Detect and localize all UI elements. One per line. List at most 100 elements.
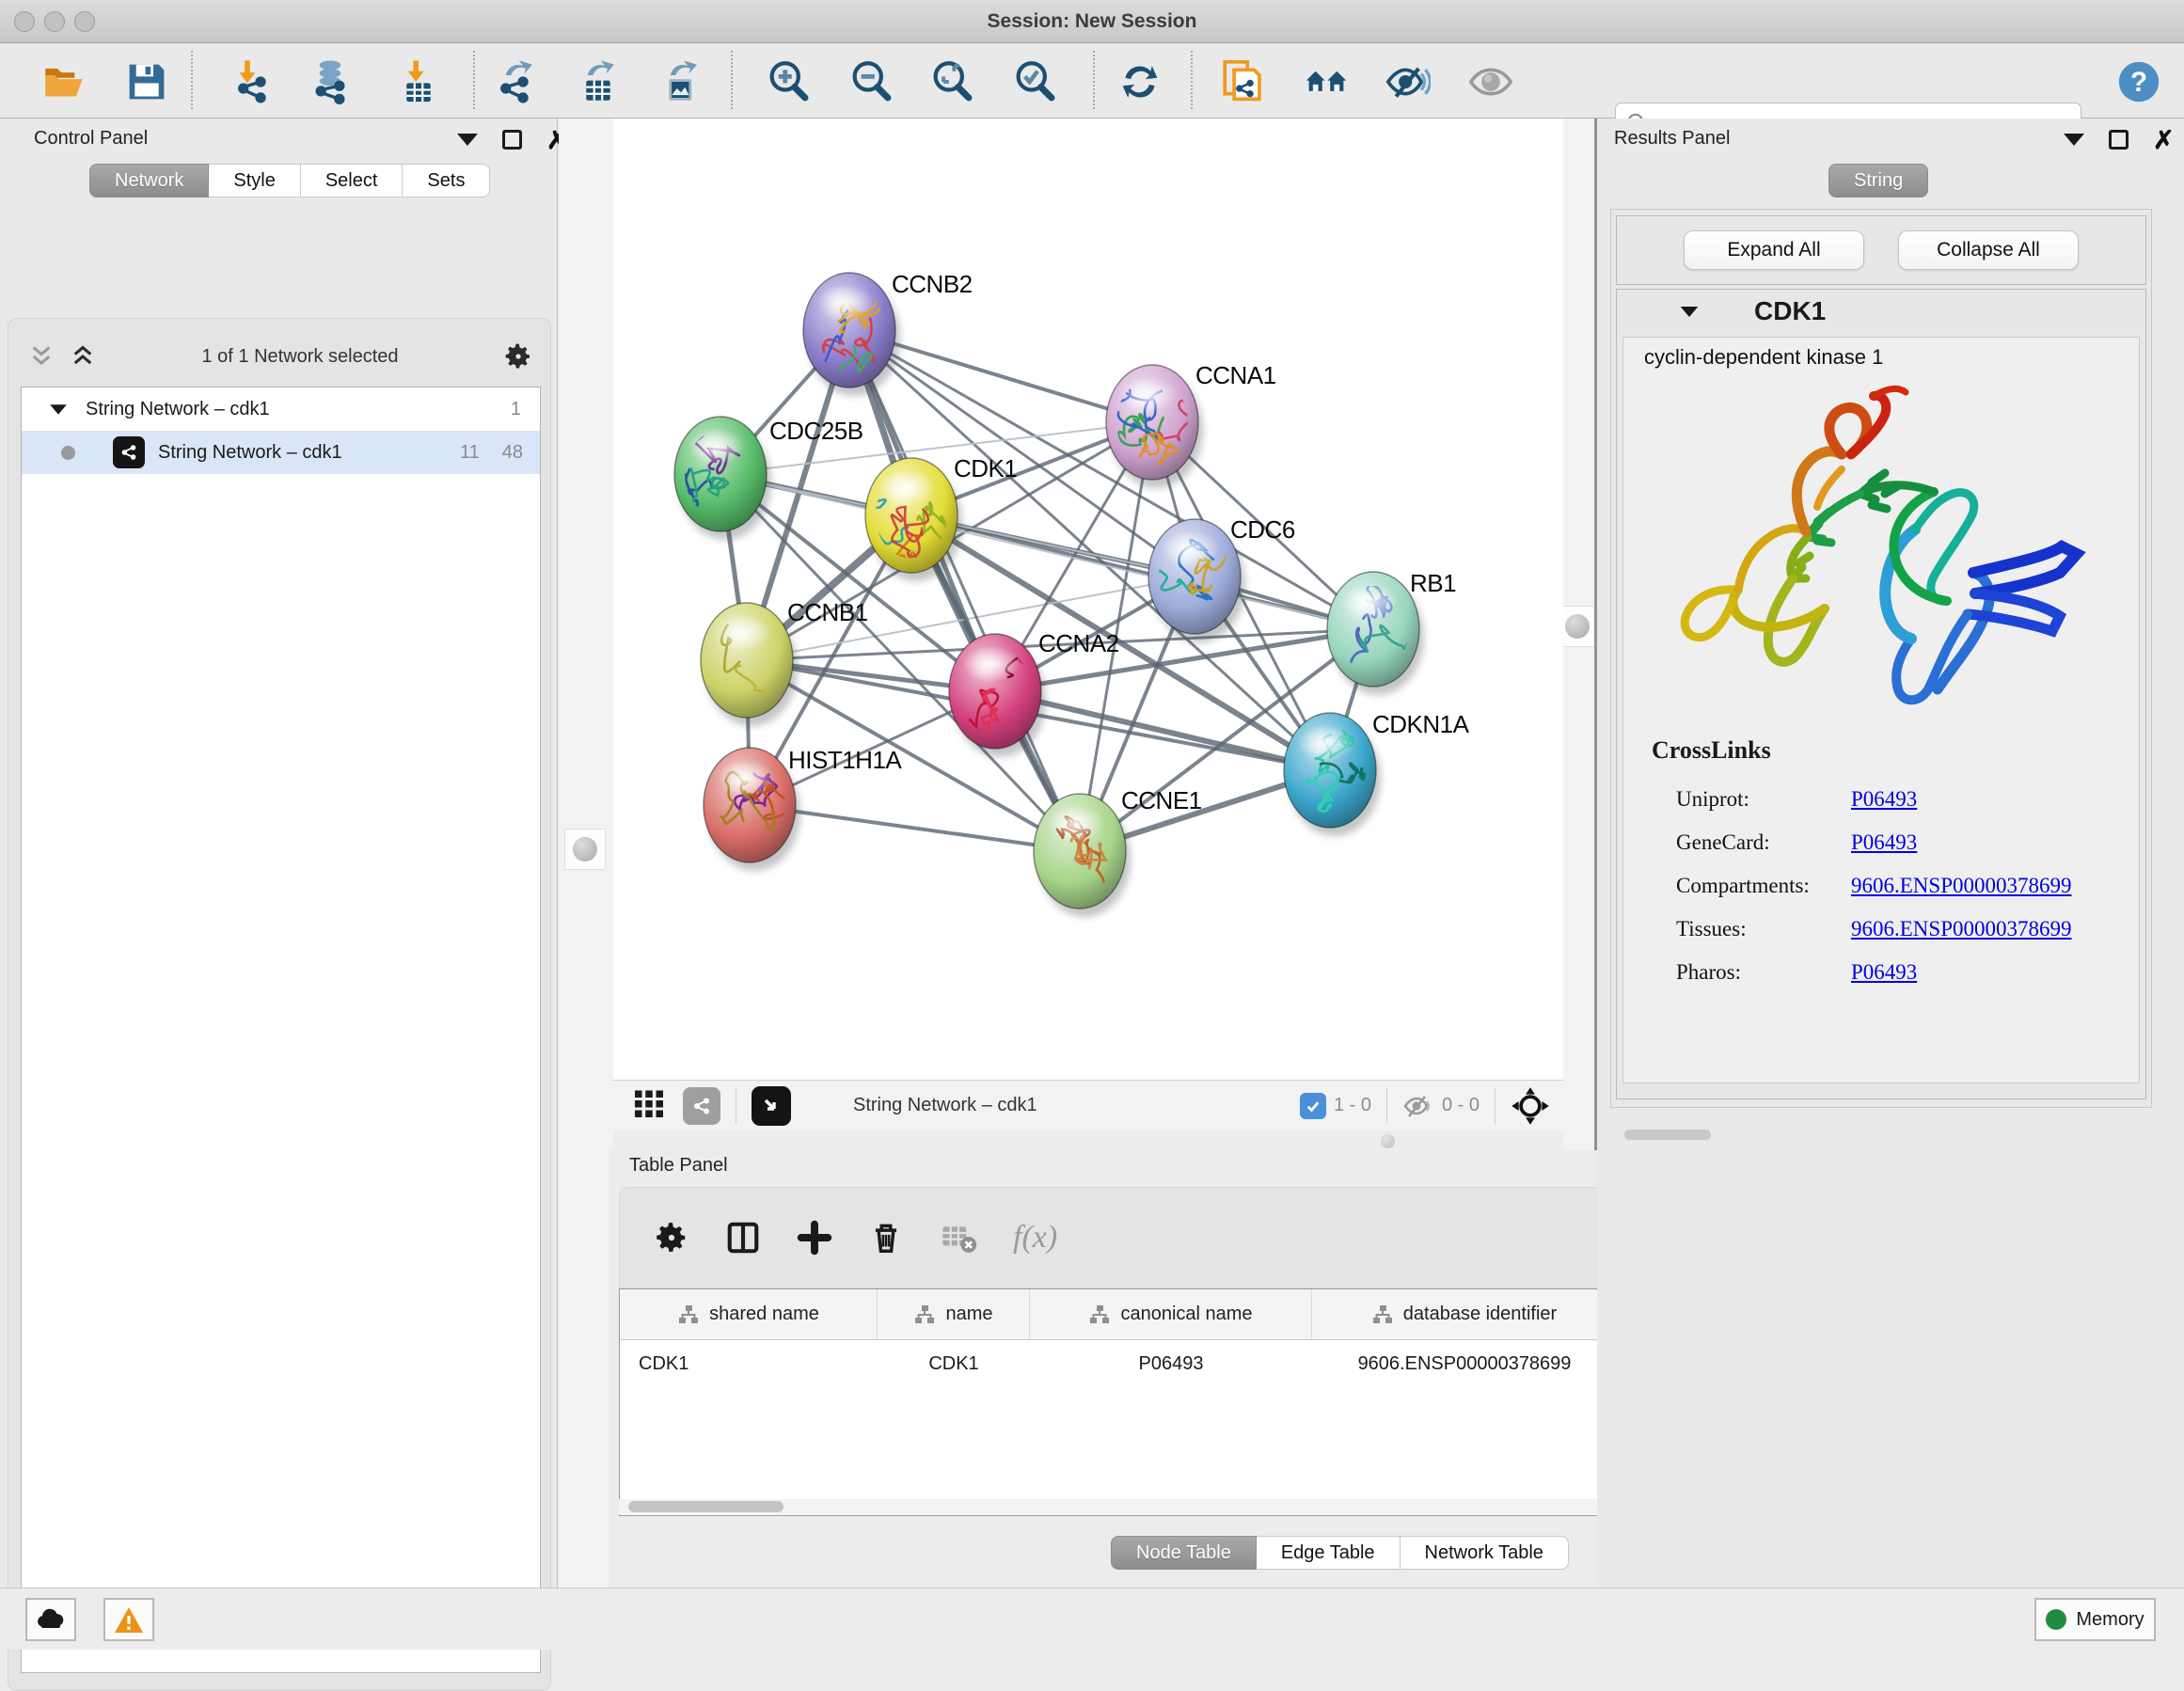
column-header-name[interactable]: name bbox=[878, 1289, 1030, 1339]
tab-node-table[interactable]: Node Table bbox=[1111, 1536, 1257, 1570]
protein-card-header[interactable]: CDK1 bbox=[1617, 290, 2145, 333]
import-network-database-icon[interactable] bbox=[308, 59, 353, 104]
network-collection-label: String Network – cdk1 bbox=[86, 399, 270, 420]
crosslink-link[interactable]: P06493 bbox=[1851, 787, 1917, 812]
show-columns-icon[interactable] bbox=[725, 1220, 761, 1256]
memory-button[interactable]: Memory bbox=[2034, 1598, 2156, 1641]
delete-table-icon bbox=[940, 1219, 977, 1256]
help-icon[interactable]: ? bbox=[2116, 59, 2161, 104]
column-header-canonical-name[interactable]: canonical name bbox=[1030, 1289, 1312, 1339]
tab-select[interactable]: Select bbox=[301, 164, 404, 198]
cell-shared-name[interactable]: CDK1 bbox=[620, 1353, 878, 1375]
right-splitter-handle[interactable] bbox=[1558, 606, 1597, 647]
left-splitter[interactable] bbox=[559, 119, 613, 1588]
open-session-icon[interactable] bbox=[41, 59, 87, 104]
bottom-splitter-handle[interactable] bbox=[1381, 1134, 1395, 1148]
protein-name: CDK1 bbox=[1754, 296, 1826, 326]
crosslink-link[interactable]: 9606.ENSP00000378699 bbox=[1851, 917, 2072, 941]
show-view-icon[interactable] bbox=[1468, 59, 1513, 104]
left-splitter-handle[interactable] bbox=[564, 829, 606, 870]
tree-expander-icon[interactable] bbox=[50, 404, 67, 414]
network-node-CCNB2[interactable] bbox=[803, 273, 900, 400]
zoom-fit-icon[interactable] bbox=[930, 59, 975, 104]
hidden-items-eye-icon[interactable] bbox=[1402, 1092, 1434, 1120]
collapse-all-icon[interactable] bbox=[27, 344, 55, 369]
tab-network-table[interactable]: Network Table bbox=[1401, 1536, 1569, 1570]
birdseye-grid-icon[interactable] bbox=[632, 1086, 666, 1125]
network-node-CCNE1[interactable] bbox=[1034, 794, 1131, 945]
expand-all-icon[interactable] bbox=[69, 344, 97, 369]
fit-content-crosshair-icon[interactable] bbox=[1511, 1086, 1550, 1126]
network-node-label-CCNE1: CCNE1 bbox=[1121, 786, 1202, 814]
table-tabs: Node TableEdge TableNetwork Table bbox=[1111, 1536, 1569, 1570]
svg-text:?: ? bbox=[2130, 67, 2147, 98]
warnings-button[interactable] bbox=[103, 1598, 154, 1641]
delete-column-icon[interactable] bbox=[868, 1220, 904, 1256]
crosslink-label: Pharos: bbox=[1676, 960, 1851, 985]
card-expander-icon[interactable] bbox=[1681, 306, 1699, 316]
results-scrollbar-thumb[interactable] bbox=[1624, 1130, 1711, 1140]
crosslink-link[interactable]: 9606.ENSP00000378699 bbox=[1851, 874, 2072, 898]
crosslink-label: Tissues: bbox=[1676, 917, 1851, 941]
collapse-all-button[interactable]: Collapse All bbox=[1898, 230, 2079, 270]
results-panel-collapse-icon[interactable] bbox=[2064, 134, 2084, 146]
export-network-icon[interactable] bbox=[494, 59, 539, 104]
export-image-icon[interactable] bbox=[658, 59, 704, 104]
home-icon[interactable] bbox=[1304, 59, 1349, 104]
tab-style[interactable]: Style bbox=[209, 164, 300, 198]
tab-network[interactable]: Network bbox=[89, 164, 209, 198]
column-header-database-identifier[interactable]: database identifier bbox=[1312, 1289, 1617, 1339]
crosslinks-heading: CrossLinks bbox=[1652, 736, 1771, 765]
network-node-label-CDC25B: CDC25B bbox=[769, 417, 863, 445]
results-panel-close-icon[interactable]: ✗ bbox=[2153, 131, 2175, 150]
network-options-gear-icon[interactable] bbox=[503, 341, 533, 371]
network-node-label-CDKN1A: CDKN1A bbox=[1372, 710, 1470, 738]
expand-all-button[interactable]: Expand All bbox=[1684, 230, 1864, 270]
network-node-CDKN1A[interactable] bbox=[1284, 713, 1381, 836]
import-table-icon[interactable] bbox=[396, 59, 441, 104]
save-session-icon[interactable] bbox=[124, 59, 169, 104]
network-collection-row[interactable]: String Network – cdk1 1 bbox=[22, 387, 540, 431]
hide-graphics-details-icon[interactable] bbox=[1385, 59, 1431, 104]
import-network-file-icon[interactable] bbox=[231, 59, 277, 104]
window-close-button[interactable] bbox=[14, 11, 35, 32]
share-document-icon[interactable] bbox=[1221, 59, 1266, 104]
selected-items-checkbox[interactable] bbox=[1300, 1093, 1326, 1119]
protein-structure-image bbox=[1655, 379, 2097, 727]
window-zoom-button[interactable] bbox=[74, 11, 95, 32]
cell-database-identifier[interactable]: 9606.ENSP00000378699 bbox=[1312, 1353, 1617, 1375]
table-options-gear-icon[interactable] bbox=[654, 1220, 689, 1256]
export-table-icon[interactable] bbox=[576, 59, 621, 104]
control-panel-collapse-icon[interactable] bbox=[457, 134, 478, 146]
cell-canonical-name[interactable]: P06493 bbox=[1030, 1353, 1312, 1375]
zoom-in-icon[interactable] bbox=[767, 59, 812, 104]
network-node-label-CDC6: CDC6 bbox=[1230, 515, 1295, 544]
network-tree: String Network – cdk1 1 String Network –… bbox=[21, 387, 541, 1673]
network-node-CCNB1[interactable] bbox=[666, 571, 798, 753]
control-panel-float-icon[interactable] bbox=[502, 130, 522, 150]
network-view-title: String Network – cdk1 bbox=[853, 1095, 1037, 1116]
tab-sets[interactable]: Sets bbox=[403, 164, 490, 198]
network-node-CDC6[interactable] bbox=[1116, 508, 1245, 642]
crosslink-link[interactable]: P06493 bbox=[1851, 960, 1917, 985]
results-panel-float-icon[interactable] bbox=[2109, 130, 2129, 150]
network-view-indicator-icon bbox=[61, 446, 75, 460]
window-minimize-button[interactable] bbox=[44, 11, 65, 32]
hidden-node-edge-counts: 0 - 0 bbox=[1442, 1095, 1480, 1116]
tab-edge-table[interactable]: Edge Table bbox=[1257, 1536, 1401, 1570]
tab-string[interactable]: String bbox=[1828, 164, 1928, 198]
zoom-selected-icon[interactable] bbox=[1013, 59, 1058, 104]
scrollbar-thumb[interactable] bbox=[628, 1501, 783, 1512]
cloud-button[interactable] bbox=[25, 1598, 76, 1641]
refresh-icon[interactable] bbox=[1117, 59, 1163, 104]
open-in-new-window-icon[interactable] bbox=[752, 1086, 791, 1126]
network-row[interactable]: String Network – cdk1 11 48 bbox=[22, 431, 540, 474]
crosslink-link[interactable]: P06493 bbox=[1851, 830, 1917, 855]
network-canvas[interactable]: CCNB2CCNA1CDC25BCDK1CDC6RB1CCNB1CCNA2CDK… bbox=[613, 119, 1563, 1080]
network-node-HIST1H1A[interactable] bbox=[704, 748, 800, 871]
zoom-out-icon[interactable] bbox=[849, 59, 894, 104]
column-header-shared-name[interactable]: shared name bbox=[620, 1289, 878, 1339]
add-column-icon[interactable] bbox=[797, 1220, 832, 1256]
string-style-icon[interactable] bbox=[683, 1087, 720, 1125]
cell-name[interactable]: CDK1 bbox=[878, 1353, 1030, 1375]
